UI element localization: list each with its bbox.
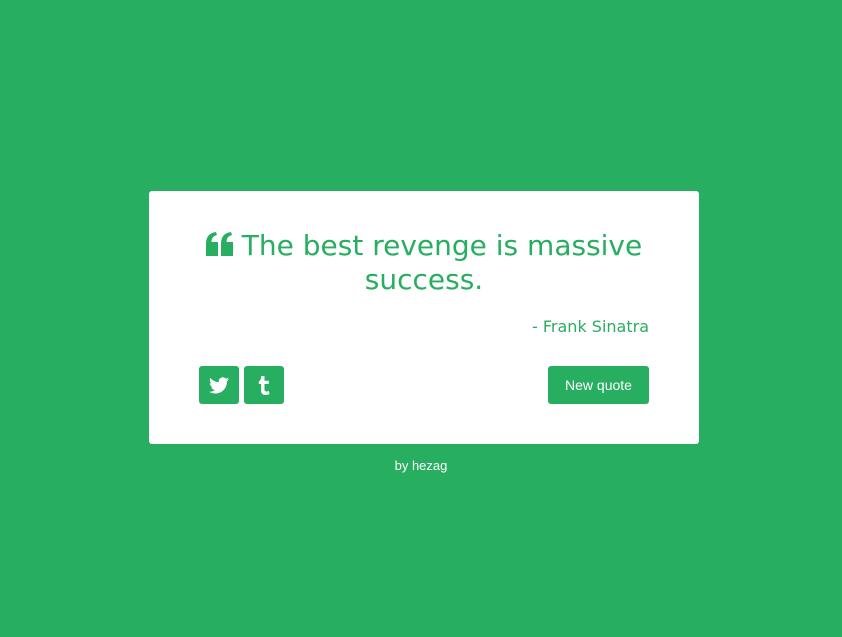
tumblr-button[interactable] (244, 366, 284, 404)
new-quote-button[interactable]: New quote (548, 366, 649, 404)
quote-text-content: The best revenge is massive success. (241, 229, 643, 296)
button-row: New quote (199, 366, 649, 404)
quote-author: - Frank Sinatra (532, 317, 649, 336)
footer-prefix: by (394, 458, 412, 473)
twitter-icon (209, 376, 229, 393)
tweet-button[interactable] (199, 366, 239, 404)
quote-box: The best revenge is massive success. - F… (149, 191, 699, 444)
footer-author-link[interactable]: hezag (412, 458, 447, 473)
quote-text: The best revenge is massive success. (199, 229, 649, 297)
tumblr-icon (258, 375, 270, 395)
quote-left-icon (205, 232, 233, 256)
footer-credit: by hezag (0, 458, 842, 473)
